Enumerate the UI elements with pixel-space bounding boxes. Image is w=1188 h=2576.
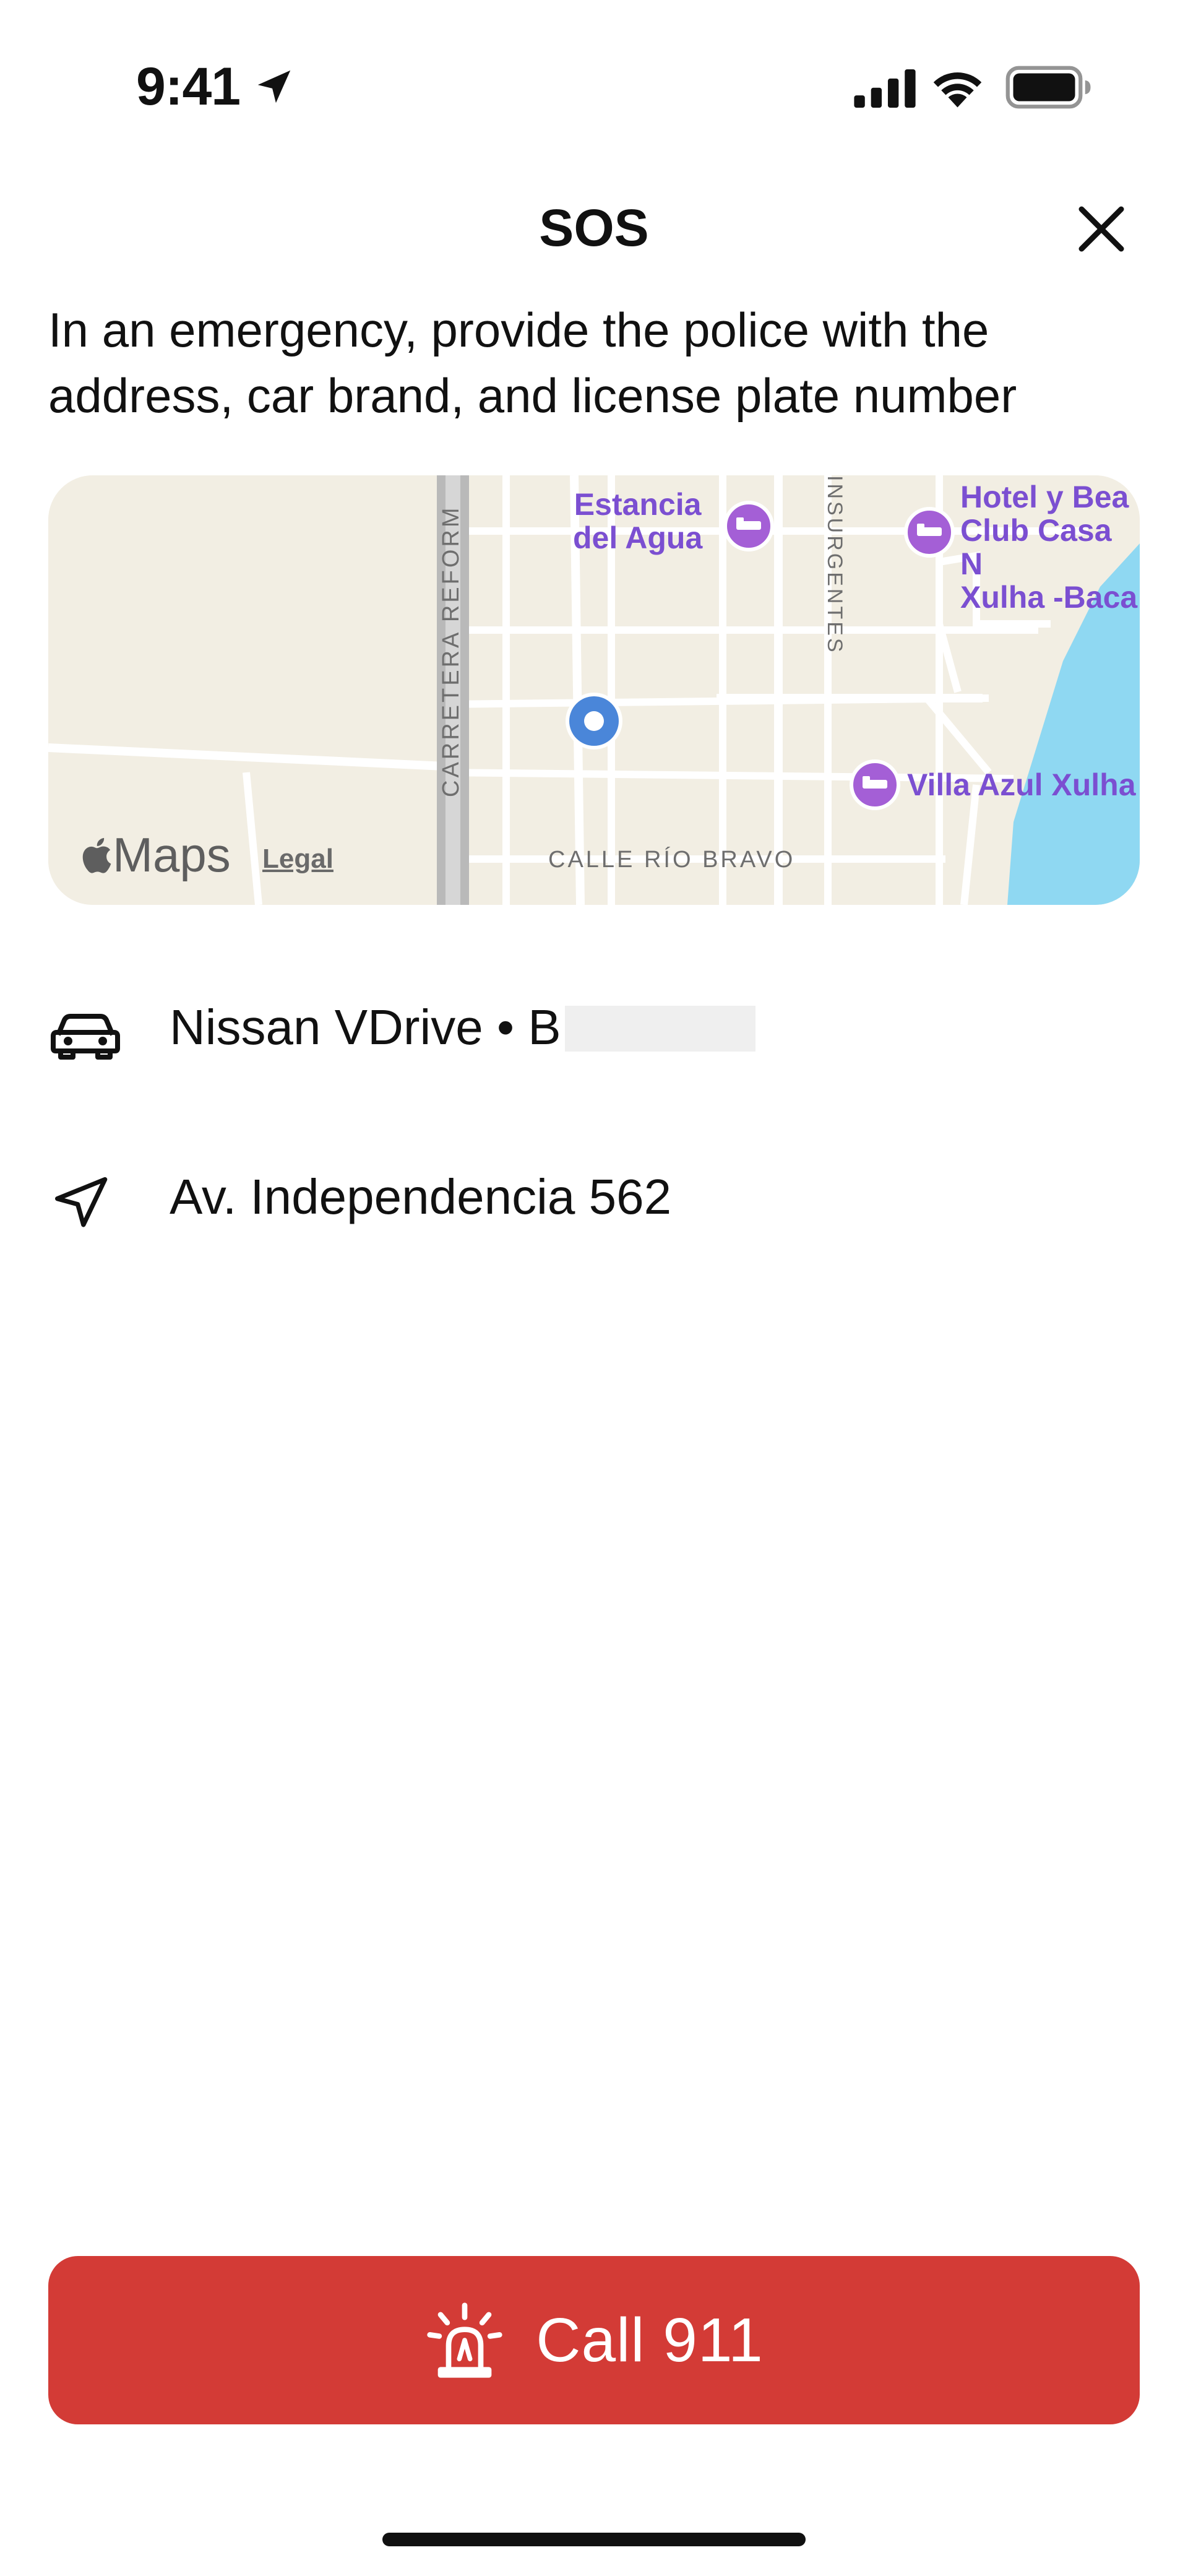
battery-icon xyxy=(1005,66,1091,109)
call-911-button[interactable]: Call 911 xyxy=(48,2256,1140,2424)
address-row: Av. Independencia 562 xyxy=(48,1154,1140,1240)
wifi-icon xyxy=(933,72,982,108)
poi-label-line: Xulha -Baca xyxy=(960,580,1138,615)
poi-label-line: Hotel y Bea xyxy=(960,480,1129,514)
license-plate-redacted xyxy=(564,1005,755,1052)
street-label-carretera: CARRETERA REFORM xyxy=(438,505,464,797)
home-indicator[interactable] xyxy=(382,2533,806,2546)
poi-label-line: del Agua xyxy=(573,521,703,555)
apple-logo-icon xyxy=(82,837,111,873)
location-arrow-icon xyxy=(257,70,291,103)
car-icon xyxy=(51,1014,120,1060)
poi-label-line: Club Casa N xyxy=(960,513,1112,581)
legal-link[interactable]: Legal xyxy=(262,844,334,875)
apple-maps-logo: Maps xyxy=(79,827,231,883)
poi-label-hotel[interactable]: Hotel y Bea Club Casa N Xulha -Baca xyxy=(960,480,1140,614)
poi-label-villa-azul[interactable]: Villa Azul Xulha xyxy=(907,768,1136,802)
location-map[interactable]: Estancia del Agua Hotel y Bea Club Casa … xyxy=(48,475,1140,905)
street-label-rio-bravo: CALLE RÍO BRAVO xyxy=(548,847,796,873)
status-bar: 9:41 xyxy=(0,0,1188,142)
vehicle-description: Nissan VDrive • B xyxy=(170,1000,561,1055)
close-icon[interactable] xyxy=(1070,198,1132,260)
maps-brand-text: Maps xyxy=(113,828,231,882)
street-label-insurgentes: INSURGENTES xyxy=(823,475,846,655)
vehicle-text: Nissan VDrive • B xyxy=(170,996,755,1058)
vehicle-row: Nissan VDrive • B xyxy=(48,984,1140,1071)
siren-icon xyxy=(427,2302,502,2378)
cellular-signal-icon xyxy=(854,69,916,108)
instructions-text: In an emergency, provide the police with… xyxy=(48,303,1017,423)
page-title: SOS xyxy=(539,199,649,257)
address-text: Av. Independencia 562 xyxy=(170,1169,672,1224)
status-time: 9:41 xyxy=(136,57,241,116)
sos-screen: 9:41 SOS In an emergency, provide the po… xyxy=(0,0,1188,2576)
call-911-label: Call 911 xyxy=(536,2305,764,2375)
poi-label-line: Estancia xyxy=(574,487,702,522)
poi-label-estancia[interactable]: Estancia del Agua xyxy=(573,488,702,555)
navigation-arrow-icon xyxy=(55,1177,108,1227)
